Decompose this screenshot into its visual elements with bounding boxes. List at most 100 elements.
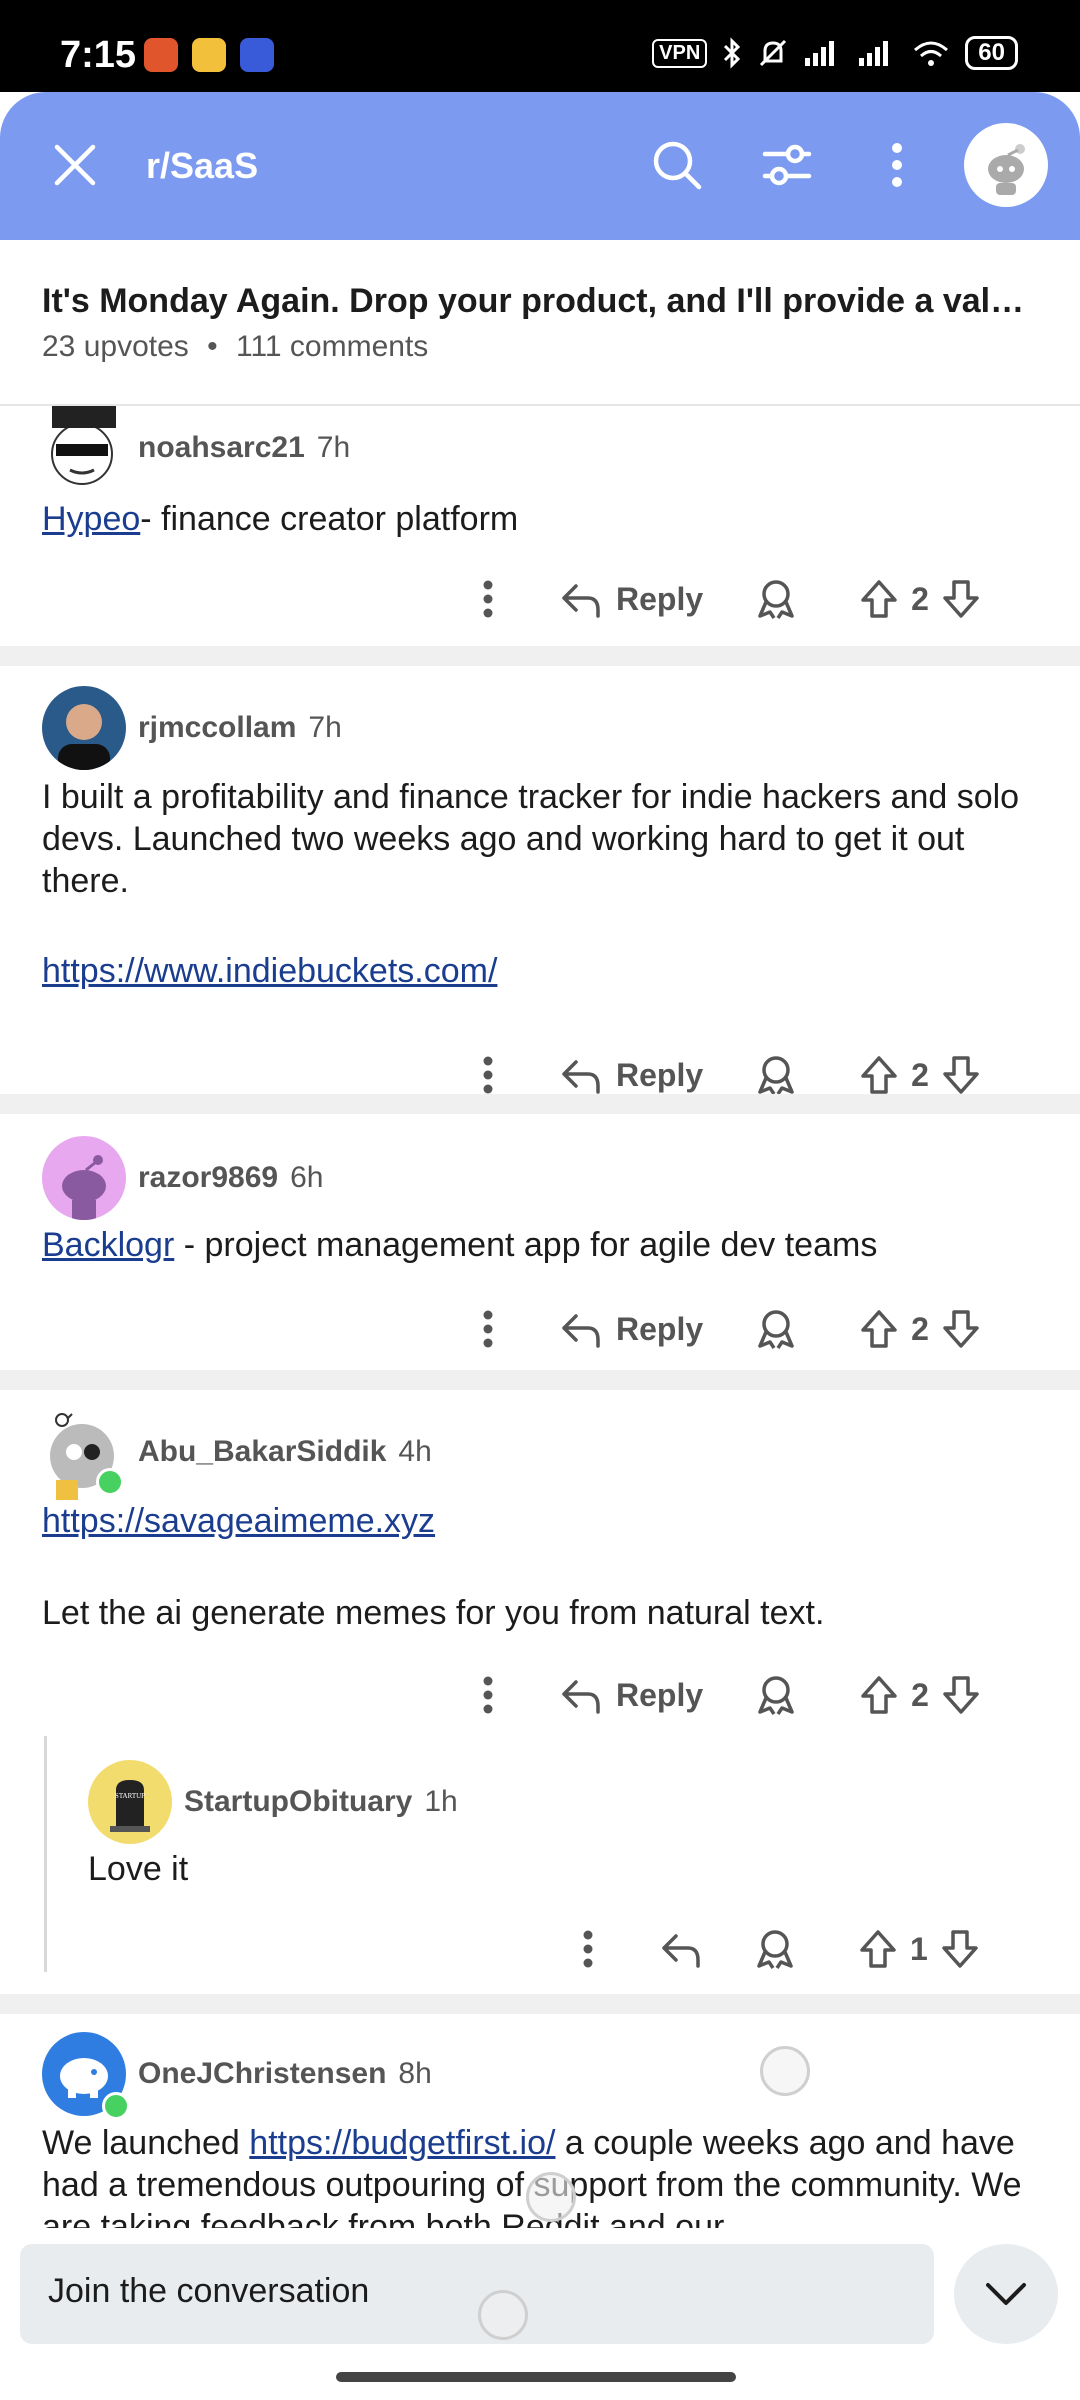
subreddit-name[interactable]: r/SaaS [146, 145, 258, 187]
downvote-button[interactable] [941, 578, 981, 620]
avatar[interactable]: STARTUP [88, 1760, 172, 1844]
comment-text: - finance creator platform [140, 500, 519, 538]
meta-separator: • [207, 330, 218, 363]
comment-username[interactable]: rjmccollam [138, 711, 296, 745]
more-options-button[interactable] [866, 134, 928, 196]
snoo-avatar-icon [988, 144, 1025, 195]
upvote-button[interactable] [859, 1674, 899, 1716]
battery-indicator: 60 [965, 36, 1018, 70]
award-icon [757, 1930, 793, 1969]
vote-count: 2 [911, 580, 929, 617]
vpn-badge: VPN [652, 38, 708, 68]
filter-button[interactable] [756, 134, 818, 196]
comment-link-line: https://www.indiebuckets.com/ [42, 950, 1032, 992]
online-status-dot [96, 1468, 124, 1496]
downvote-button[interactable] [940, 1928, 980, 1970]
search-button[interactable] [646, 134, 708, 196]
comment-separator [0, 1370, 1080, 1390]
subreddit-header: r/SaaS [0, 92, 1080, 240]
comment: razor9869 6h Backlogr - project manageme… [0, 1114, 1080, 1370]
award-icon [758, 1056, 794, 1095]
more-options-button[interactable] [470, 1672, 506, 1718]
comment-text: - project management app for agile dev t… [174, 1226, 878, 1264]
more-icon [483, 1676, 493, 1714]
comment-link[interactable]: https://savageaimeme.xyz [42, 1502, 435, 1540]
comment: Abu_BakarSiddik 4h https://savageaimeme.… [0, 1390, 1080, 1994]
comment-username[interactable]: StartupObituary [184, 1785, 412, 1819]
reply-header: STARTUP StartupObituary 1h [88, 1760, 458, 1844]
upvote-button[interactable] [859, 1054, 899, 1096]
avatar[interactable] [42, 2032, 130, 2120]
award-button[interactable] [755, 1054, 797, 1096]
reply-button[interactable]: Reply [560, 1676, 703, 1714]
upvote-button[interactable] [859, 1308, 899, 1350]
more-icon [483, 1310, 493, 1348]
reply-button[interactable]: Reply [560, 1056, 703, 1094]
home-indicator[interactable] [336, 2372, 736, 2382]
more-options-button[interactable] [570, 1926, 606, 1972]
comment-username[interactable]: razor9869 [138, 1161, 278, 1195]
comment-body: Backlogr - project management app for ag… [42, 1224, 1042, 1266]
wifi-icon [914, 41, 949, 66]
comment-username[interactable]: noahsarc21 [138, 431, 305, 465]
downvote-button[interactable] [941, 1308, 981, 1350]
thread-line[interactable] [44, 1736, 47, 1972]
award-button[interactable] [755, 1674, 797, 1716]
avatar[interactable] [42, 1410, 126, 1500]
upvote-button[interactable] [858, 1928, 898, 1970]
upvote-button[interactable] [859, 578, 899, 620]
comment-actions: Reply 2 [470, 1052, 981, 1098]
mute-icon [760, 39, 787, 67]
comment-username[interactable]: OneJChristensen [138, 2057, 386, 2091]
comment-username[interactable]: Abu_BakarSiddik [138, 1435, 386, 1469]
comment-header: rjmccollam 7h [42, 686, 342, 770]
online-status-dot [102, 2092, 130, 2120]
close-button[interactable] [44, 134, 106, 196]
award-button[interactable] [755, 578, 797, 620]
signal-icon [805, 41, 835, 66]
status-bar: 7:15 VPN 60 [0, 0, 1080, 92]
more-options-button[interactable] [470, 1052, 506, 1098]
downvote-icon [942, 1930, 978, 1968]
comment-link[interactable]: https://budgetfirst.io/ [249, 2124, 555, 2162]
award-icon [758, 1310, 794, 1349]
avatar[interactable] [42, 1136, 126, 1220]
comment-link-line: https://savageaimeme.xyz [42, 1500, 1042, 1542]
more-icon [483, 1056, 493, 1094]
upvote-icon [861, 1056, 897, 1094]
reply-button[interactable]: Reply [560, 580, 703, 618]
reply-button[interactable] [660, 1930, 702, 1968]
reply-label: Reply [616, 580, 704, 617]
comment-separator [0, 646, 1080, 666]
more-options-button[interactable] [470, 576, 506, 622]
avatar[interactable] [42, 686, 126, 770]
award-button[interactable] [755, 1308, 797, 1350]
collapse-comments-button[interactable] [954, 2244, 1058, 2344]
vote-count: 2 [911, 1310, 929, 1347]
comment-header: razor9869 6h [42, 1136, 323, 1220]
reply-button[interactable]: Reply [560, 1310, 703, 1348]
downvote-icon [943, 1676, 979, 1714]
downvote-icon [943, 1056, 979, 1094]
comment-link[interactable]: Hypeo [42, 500, 140, 538]
post-title[interactable]: It's Monday Again. Drop your product, an… [42, 282, 1042, 321]
reply-actions: 1 [570, 1926, 980, 1972]
close-icon [54, 144, 96, 186]
comment-time: 7h [316, 431, 351, 464]
comment-time: 6h [290, 1161, 324, 1194]
downvote-button[interactable] [941, 1054, 981, 1096]
bluetooth-icon [724, 37, 741, 69]
more-options-button[interactable] [470, 1306, 506, 1352]
comment-link[interactable]: https://www.indiebuckets.com/ [42, 952, 497, 990]
comment-header: OneJChristensen 8h [42, 2032, 432, 2120]
filter-icon [762, 144, 812, 186]
upvote-icon [861, 580, 897, 618]
comment-time: 8h [398, 2057, 432, 2090]
award-button[interactable] [754, 1928, 796, 1970]
downvote-button[interactable] [941, 1674, 981, 1716]
signal2-icon [859, 41, 889, 66]
user-avatar[interactable] [964, 123, 1048, 207]
post-summary[interactable]: It's Monday Again. Drop your product, an… [0, 240, 1080, 407]
comment-link[interactable]: Backlogr [42, 1226, 174, 1264]
avatar[interactable] [42, 406, 126, 490]
